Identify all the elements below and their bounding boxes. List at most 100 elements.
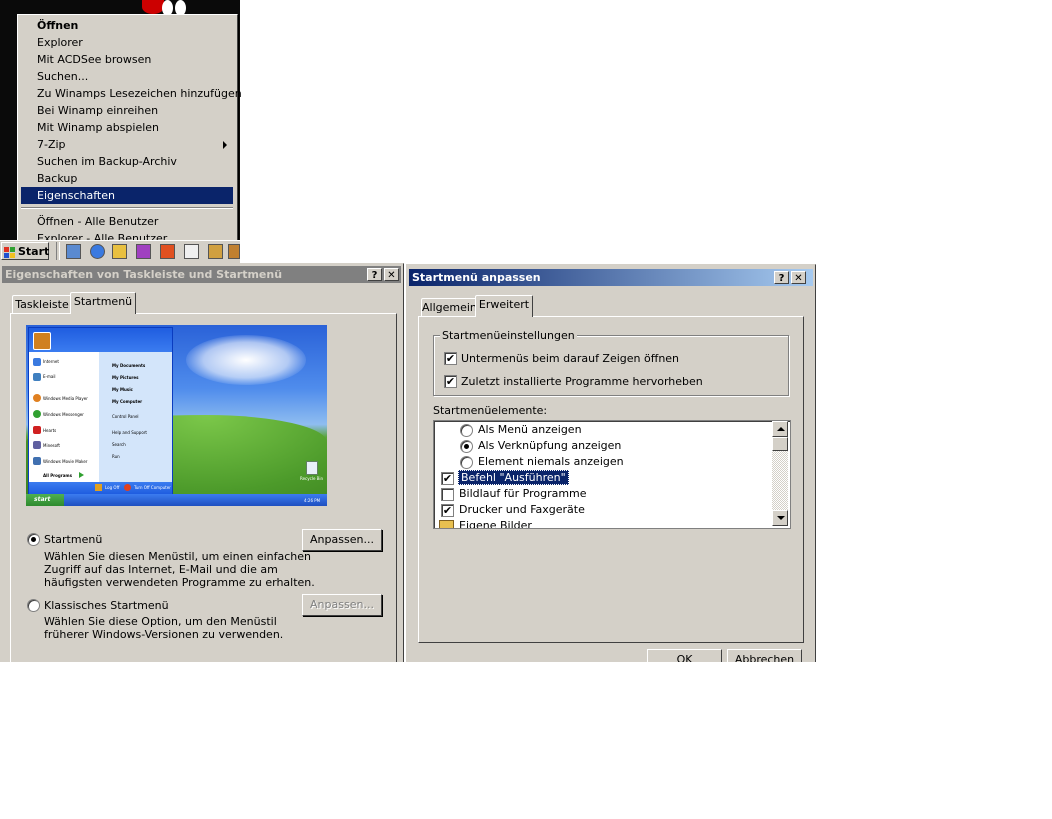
list-item-scroll[interactable]: Bildlauf für Programme: [459, 487, 587, 500]
menu-item-label: Suchen im Backup-Archiv: [37, 155, 177, 168]
preview-left-item: Internet: [43, 359, 59, 364]
preview-recycle-bin-label: Recycle Bin: [300, 476, 324, 481]
list-checkbox-scroll[interactable]: [441, 488, 454, 501]
preview-clock: 4:26 PM: [304, 498, 321, 503]
preview-mediaplayer-icon: [33, 394, 41, 402]
quicklaunch-tools-icon[interactable]: [208, 244, 223, 259]
menu-item-winamp-bookmark[interactable]: Zu Winamps Lesezeichen hinzufügen: [21, 85, 242, 102]
preview-left-item: Windows Media Player: [43, 396, 88, 401]
classic-startmenu-radio[interactable]: [27, 599, 40, 612]
menu-item-label: 7-Zip: [37, 138, 66, 151]
desktop-character-icon: [142, 0, 164, 14]
quicklaunch-ie-icon[interactable]: [90, 244, 105, 259]
tab-erweitert[interactable]: Erweitert: [475, 295, 533, 317]
preview-left-item: Hearts: [43, 428, 57, 433]
list-item-pictures[interactable]: Eigene Bilder: [459, 519, 532, 528]
list-radio-link[interactable]: [460, 440, 473, 453]
close-button[interactable]: ✕: [791, 271, 806, 284]
list-item-run[interactable]: Befehl "Ausführen": [458, 470, 569, 485]
menu-item-label: Öffnen: [37, 19, 79, 32]
tab-startmenu[interactable]: Startmenü: [70, 292, 136, 314]
classic-startmenu-label: Klassisches Startmenü: [44, 599, 169, 612]
preview-turnoff-icon: [124, 484, 131, 491]
menu-item-label: Mit ACDSee browsen: [37, 53, 152, 66]
tab-allgemein[interactable]: Allgemein: [421, 298, 477, 317]
preview-logoff-icon: [95, 484, 102, 491]
menu-item-7zip[interactable]: 7-Zip: [21, 136, 233, 153]
highlight-new-programs-checkbox[interactable]: ✔: [444, 375, 457, 388]
close-button[interactable]: ✕: [384, 268, 399, 281]
menu-item-label: Eigenschaften: [37, 189, 115, 202]
taskbar-divider: [56, 242, 60, 260]
context-menu: Öffnen Explorer Mit ACDSee browsen Suche…: [17, 14, 242, 252]
windows-logo-icon: [4, 246, 15, 258]
preview-left-item: E-mail: [43, 374, 56, 379]
menu-item-search[interactable]: Suchen...: [21, 68, 233, 85]
preview-moviemaker-icon: [33, 457, 41, 465]
quicklaunch-desktop-icon[interactable]: [66, 244, 81, 259]
startmenu-elements-list[interactable]: Als Menü anzeigen Als Verknüpfung anzeig…: [433, 420, 791, 529]
quicklaunch-misc-icon[interactable]: [228, 244, 240, 259]
preview-logoff-label: Log Off: [105, 485, 120, 490]
quicklaunch-app-icon[interactable]: [136, 244, 151, 259]
menu-item-explorer[interactable]: Explorer: [21, 34, 233, 51]
cancel-button[interactable]: Abbrechen: [727, 649, 802, 663]
preview-all-programs: All Programs: [43, 473, 72, 478]
list-radio-label: Als Menü anzeigen: [478, 423, 582, 436]
tab-label: Allgemein: [422, 301, 477, 314]
customize-startmenu-button[interactable]: Anpassen...: [302, 529, 382, 551]
menu-item-winamp-play[interactable]: Mit Winamp abspielen: [21, 119, 233, 136]
help-button[interactable]: ?: [774, 271, 789, 284]
scroll-up-button[interactable]: [772, 421, 788, 437]
list-scrollbar[interactable]: [772, 421, 788, 526]
menu-item-label: Mit Winamp abspielen: [37, 121, 160, 134]
ok-button[interactable]: OK: [647, 649, 722, 663]
scroll-down-button[interactable]: [772, 510, 788, 526]
classic-description: früherer Windows-Versionen zu verwenden.: [44, 628, 284, 641]
scroll-thumb[interactable]: [772, 437, 788, 451]
my-pictures-icon: [439, 520, 454, 528]
preview-right-item: My Music: [112, 387, 133, 392]
startmenu-radio[interactable]: [27, 533, 40, 546]
menu-item-properties[interactable]: Eigenschaften: [21, 187, 233, 204]
menu-item-acdsee[interactable]: Mit ACDSee browsen: [21, 51, 233, 68]
menu-item-open[interactable]: Öffnen: [21, 17, 233, 34]
preview-cloud: [186, 335, 306, 385]
preview-right-item: Help and Support: [112, 430, 147, 435]
preview-menu-header: [29, 328, 172, 352]
submenu-hover-checkbox[interactable]: ✔: [444, 352, 457, 365]
menu-item-open-all-users[interactable]: Öffnen - Alle Benutzer: [21, 213, 233, 230]
preview-left-item: Windows Messenger: [43, 412, 84, 417]
tab-taskleiste[interactable]: Taskleiste: [12, 295, 72, 314]
tab-label: Erweitert: [478, 298, 530, 311]
list-checkbox-printers[interactable]: ✔: [441, 504, 454, 517]
list-checkbox-run[interactable]: ✔: [441, 472, 454, 485]
menu-item-backup[interactable]: Backup: [21, 170, 233, 187]
menu-item-winamp-enqueue[interactable]: Bei Winamp einreihen: [21, 102, 233, 119]
titlebar: Startmenü anpassen: [409, 269, 813, 286]
list-radio-never[interactable]: [460, 456, 473, 469]
menu-item-label: Bei Winamp einreihen: [37, 104, 159, 117]
arrow-up-icon: [777, 427, 785, 431]
quicklaunch-winamp-icon[interactable]: [160, 244, 175, 259]
preview-hearts-icon: [33, 426, 41, 434]
list-radio-label: Als Verknüpfung anzeigen: [478, 439, 622, 452]
menu-item-label: Öffnen - Alle Benutzer: [37, 215, 159, 228]
preview-start-label: start: [34, 496, 51, 503]
arrow-down-icon: [777, 516, 785, 520]
help-button[interactable]: ?: [367, 268, 382, 281]
menu-item-label: Backup: [37, 172, 78, 185]
blank-area: [0, 662, 1052, 819]
list-radio-menu[interactable]: [460, 424, 473, 437]
settings-group-title: Startmenüeinstellungen: [440, 329, 577, 342]
quicklaunch-notepad-icon[interactable]: [184, 244, 199, 259]
tab-label: Startmenü: [73, 295, 133, 308]
preview-right-item: My Pictures: [112, 375, 139, 380]
startmenu-description: Wählen Sie diesen Menüstil, um einen ein…: [44, 550, 311, 563]
list-item-printers[interactable]: Drucker und Faxgeräte: [459, 503, 585, 516]
start-label: Start: [18, 245, 50, 258]
quicklaunch-outlook-icon[interactable]: [112, 244, 127, 259]
preview-ie-icon: [33, 358, 41, 366]
menu-item-backup-search[interactable]: Suchen im Backup-Archiv: [21, 153, 233, 170]
start-button[interactable]: Start: [1, 242, 49, 260]
